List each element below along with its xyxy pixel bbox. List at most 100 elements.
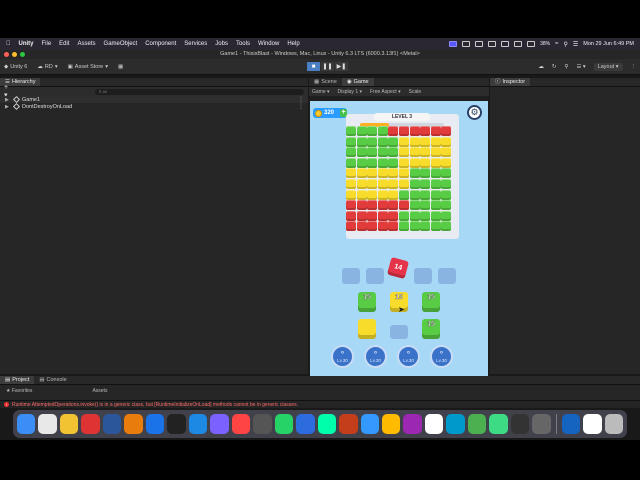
tray-app-icon[interactable] (501, 41, 510, 47)
menu-window[interactable]: Window (258, 41, 279, 47)
more-options-icon[interactable]: ⋮ (298, 103, 304, 110)
app-icon[interactable] (583, 414, 602, 434)
app-icon[interactable] (561, 414, 581, 434)
shooter-cube[interactable]: 15 (358, 292, 376, 312)
launchpad-icon[interactable] (38, 414, 57, 434)
status-bar[interactable]: ! Runtime AttemptedOperations.invoke() i… (0, 400, 640, 408)
play-button[interactable]: ■ (307, 62, 320, 71)
hierarchy-search-input[interactable]: ⚲ All (94, 88, 304, 95)
tab-game[interactable]: ◉ Game (341, 78, 374, 86)
finder-icon[interactable] (17, 414, 36, 434)
menu-component[interactable]: Component (145, 41, 176, 47)
tree-row-dontdestroyonload[interactable]: ▶ DontDestroyOnLoad ⋮ (0, 102, 308, 111)
game-viewport[interactable]: 320 + ⚙ LEVEL 3 14 15 15 15 ➤ 15 ⚬ Lv.30 … (310, 101, 488, 376)
step-button[interactable]: ▶❚ (335, 62, 348, 71)
menu-assets[interactable]: Assets (78, 41, 96, 47)
app-icon[interactable] (424, 414, 444, 434)
wifi-icon[interactable]: ≈ (555, 41, 558, 47)
pause-button[interactable]: ❚❚ (321, 62, 334, 71)
menu-gameobject[interactable]: GameObject (104, 41, 138, 47)
locked-lane-button[interactable]: ⚬ Lv.30 (397, 345, 420, 368)
menu-edit[interactable]: Edit (59, 41, 69, 47)
tab-console[interactable]: ▤ Console (34, 376, 71, 384)
app-icon[interactable] (81, 414, 100, 434)
screen-record-icon[interactable] (449, 41, 458, 47)
status-error-text[interactable]: Runtime AttemptedOperations.invoke() is … (12, 402, 298, 408)
expand-arrow-icon[interactable]: ▶ (5, 97, 9, 103)
menu-jobs[interactable]: Jobs (215, 41, 228, 47)
app-icon[interactable] (403, 414, 422, 434)
close-window-button[interactable] (4, 52, 9, 57)
account-button[interactable]: ◆ Unity 6 (4, 64, 27, 70)
tray-app-icon[interactable] (527, 41, 536, 47)
menu-app-name[interactable]: Unity (19, 41, 34, 47)
app-icon[interactable] (231, 414, 251, 434)
app-icon[interactable] (446, 414, 465, 434)
tab-scene[interactable]: ▦ Scene (309, 78, 342, 86)
locked-lane-button[interactable]: ⚬ Lv.30 (430, 345, 453, 368)
app-icon[interactable] (360, 414, 379, 434)
settings-button[interactable]: ⚙ (467, 105, 482, 120)
app-icon[interactable] (381, 414, 401, 434)
user-button[interactable]: ☁ RD ▾ (37, 64, 57, 70)
minimize-window-button[interactable] (12, 52, 17, 57)
app-icon[interactable] (467, 414, 487, 434)
apple-menu-icon[interactable]:  (6, 41, 11, 47)
package-icon[interactable]: ▦ (118, 64, 123, 70)
locked-lane-button[interactable]: ⚬ Lv.30 (364, 345, 387, 368)
more-options-icon[interactable]: ⋮ (298, 96, 304, 103)
menu-tools[interactable]: Tools (236, 41, 250, 47)
zoom-window-button[interactable] (20, 52, 25, 57)
trash-icon[interactable] (604, 414, 624, 434)
locked-lane-button[interactable]: ⚬ Lv.30 (331, 345, 354, 368)
bottom-tabbar: ▤ Project ▤ Console (0, 376, 640, 385)
asset-store-button[interactable]: ▣ Asset Store ▾ (68, 64, 108, 70)
display-dropdown[interactable]: Display 1 ▾ (338, 89, 362, 95)
battery-percent[interactable]: 38% (540, 41, 550, 47)
scale-slider[interactable]: Scale (409, 89, 422, 95)
vscode-blue-icon[interactable] (210, 414, 229, 434)
layers-icon[interactable]: ☰ ▾ (576, 64, 585, 70)
shooter-cube[interactable]: 15 (422, 292, 440, 312)
cloud-services-icon[interactable]: ☁ (538, 64, 544, 70)
menu-file[interactable]: File (42, 41, 52, 47)
android-icon[interactable] (489, 414, 508, 434)
app-icon[interactable] (317, 414, 337, 434)
menu-clock[interactable]: Mon 29 Jun 6:49 PM (583, 41, 634, 47)
app-icon[interactable] (296, 414, 315, 434)
xcode-icon[interactable] (145, 414, 165, 434)
shooter-cube[interactable] (358, 319, 376, 339)
tab-inspector[interactable]: ⓘ Inspector (490, 78, 531, 86)
expand-arrow-icon[interactable]: ▶ (5, 104, 9, 110)
layout-dropdown[interactable]: Layout ▾ (593, 63, 623, 71)
active-shooter-cube[interactable]: 14 (386, 256, 410, 280)
search-icon[interactable]: ⚲ (564, 64, 568, 70)
control-center-icon[interactable]: ☰ (573, 41, 578, 48)
menu-help[interactable]: Help (287, 41, 299, 47)
aspect-dropdown[interactable]: Free Aspect ▾ (370, 89, 401, 95)
vscode-icon[interactable] (188, 414, 208, 434)
app-icon[interactable] (532, 414, 551, 434)
menu-services[interactable]: Services (184, 41, 207, 47)
assets-section[interactable]: Assets (92, 388, 107, 394)
favorites-section[interactable]: ★ Favorites (6, 388, 32, 394)
tray-app-icon[interactable] (514, 41, 523, 47)
chrome-icon[interactable] (59, 414, 79, 434)
tray-app-icon[interactable] (475, 41, 484, 47)
whatsapp-icon[interactable] (274, 414, 294, 434)
powerpoint-icon[interactable] (339, 414, 358, 434)
tree-row-game1[interactable]: ▶ Game1 ⋮ (0, 95, 308, 104)
mp3-icon[interactable] (253, 414, 272, 434)
tray-app-icon[interactable] (462, 41, 471, 47)
blender-icon[interactable] (124, 414, 143, 434)
display-mode-dropdown[interactable]: Game ▾ (312, 89, 330, 95)
shooter-cube[interactable]: 15 (422, 319, 440, 339)
search-icon[interactable]: ⚲ (563, 41, 567, 48)
app-icon[interactable] (510, 414, 530, 434)
tab-project[interactable]: ▤ Project (0, 376, 35, 384)
more-options-icon[interactable]: ⋮ (631, 64, 637, 70)
history-icon[interactable]: ↻ (552, 64, 557, 70)
unity-icon[interactable] (167, 414, 186, 434)
word-icon[interactable] (102, 414, 122, 434)
tray-app-icon[interactable] (488, 41, 497, 47)
